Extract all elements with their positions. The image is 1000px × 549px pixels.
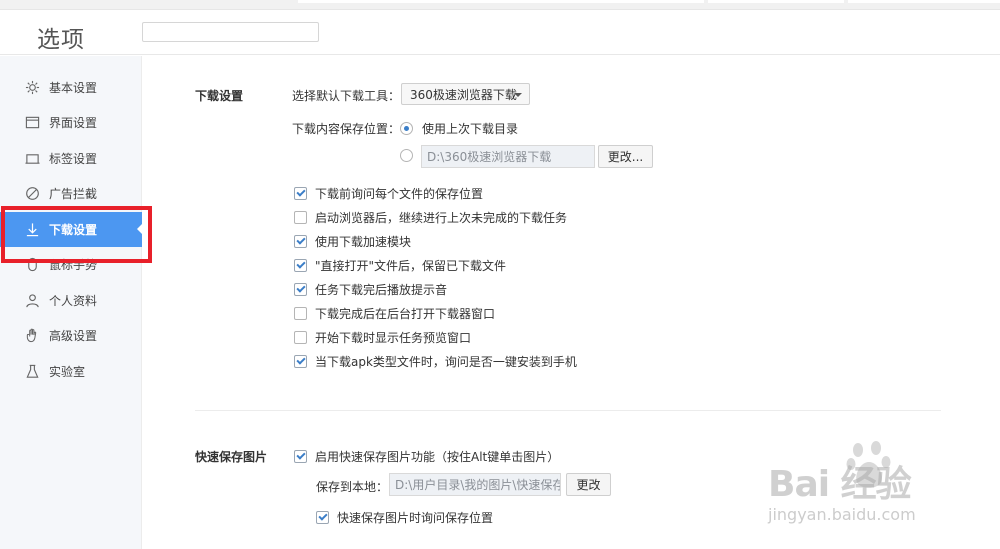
sidebar-item-ui[interactable]: 界面设置 bbox=[0, 105, 142, 140]
checkbox[interactable] bbox=[294, 283, 307, 296]
sidebar-item-label: 下载设置 bbox=[49, 223, 98, 237]
checkbox[interactable] bbox=[294, 450, 307, 463]
quicksave-section-title: 快速保存图片 bbox=[195, 450, 268, 464]
paw-logo-icon bbox=[846, 441, 891, 488]
checkbox[interactable] bbox=[294, 187, 307, 200]
use-last-dir-label: 使用上次下载目录 bbox=[422, 122, 519, 136]
change-quicksave-dir-button[interactable]: 更改 bbox=[566, 473, 611, 496]
sidebar-item-profile[interactable]: 个人资料 bbox=[0, 283, 142, 318]
option-label: 当下载apk类型文件时，询问是否一键安装到手机 bbox=[315, 355, 577, 369]
use-last-dir-option[interactable]: 使用上次下载目录 bbox=[400, 120, 518, 137]
custom-dir-option[interactable] bbox=[400, 149, 422, 162]
download-icon bbox=[24, 222, 40, 238]
watermark-url: jingyan.baidu.com bbox=[768, 505, 916, 524]
sidebar-item-label: 个人资料 bbox=[49, 294, 98, 308]
top-strip bbox=[0, 0, 1000, 10]
window-icon bbox=[24, 115, 40, 131]
download-tool-select[interactable]: 360极速浏览器下载 bbox=[401, 83, 530, 105]
save-to-label: 保存到本地： bbox=[316, 480, 389, 494]
sidebar: 基本设置 界面设置 标签设置 广告拦截 下载设置 鼠标手势 个人资料 高级设置 … bbox=[0, 56, 143, 549]
watermark-brand: Bai 经验 bbox=[768, 464, 912, 505]
sidebar-item-advanced[interactable]: 高级设置 bbox=[0, 318, 142, 353]
option-label: 使用下载加速模块 bbox=[315, 235, 412, 249]
download-tool-label: 选择默认下载工具： bbox=[292, 89, 401, 103]
save-location-label: 下载内容保存位置： bbox=[292, 122, 401, 136]
download-option-6[interactable]: 开始下载时显示任务预览窗口 bbox=[294, 329, 471, 346]
user-icon bbox=[24, 293, 40, 309]
header: 选项 bbox=[0, 10, 1000, 55]
checkbox[interactable] bbox=[294, 259, 307, 272]
top-strip-segment bbox=[848, 0, 1000, 3]
change-download-dir-button[interactable]: 更改... bbox=[598, 145, 653, 168]
section-divider bbox=[195, 410, 941, 411]
sidebar-item-mouse[interactable]: 鼠标手势 bbox=[0, 247, 142, 282]
checkbox[interactable] bbox=[294, 235, 307, 248]
checkbox[interactable] bbox=[294, 331, 307, 344]
download-option-4[interactable]: 任务下载完后播放提示音 bbox=[294, 281, 447, 298]
sidebar-item-label: 高级设置 bbox=[49, 329, 98, 343]
radio-use-last-dir[interactable] bbox=[400, 122, 413, 135]
download-path-input[interactable]: D:\360极速浏览器下载 bbox=[421, 145, 595, 168]
radio-custom-dir[interactable] bbox=[400, 149, 413, 162]
download-option-1[interactable]: 启动浏览器后，继续进行上次未完成的下载任务 bbox=[294, 209, 567, 226]
option-label: 开始下载时显示任务预览窗口 bbox=[315, 331, 472, 345]
sidebar-item-label: 广告拦截 bbox=[49, 187, 98, 201]
search-input[interactable] bbox=[142, 22, 319, 42]
checkbox[interactable] bbox=[294, 355, 307, 368]
checkbox[interactable] bbox=[294, 307, 307, 320]
tab-icon bbox=[24, 151, 40, 167]
flask-icon bbox=[24, 364, 40, 380]
checkbox[interactable] bbox=[316, 511, 329, 524]
page-title: 选项 bbox=[37, 27, 85, 53]
gear-icon bbox=[24, 80, 40, 96]
option-label: 启动浏览器后，继续进行上次未完成的下载任务 bbox=[315, 211, 568, 225]
block-icon bbox=[24, 186, 40, 202]
sidebar-item-label: 界面设置 bbox=[49, 116, 98, 130]
top-strip-segment bbox=[298, 0, 704, 3]
download-section-title: 下载设置 bbox=[195, 89, 244, 103]
quicksave-enable-option[interactable]: 启用快速保存图片功能（按住Alt键单击图片） bbox=[294, 448, 559, 465]
mouse-icon bbox=[24, 257, 40, 273]
option-label: "直接打开"文件后，保留已下载文件 bbox=[315, 259, 507, 273]
option-label: 任务下载完后播放提示音 bbox=[315, 283, 448, 297]
sidebar-item-download[interactable]: 下载设置 bbox=[0, 212, 143, 247]
sidebar-item-label: 标签设置 bbox=[49, 152, 98, 166]
download-option-2[interactable]: 使用下载加速模块 bbox=[294, 233, 411, 250]
option-label: 启用快速保存图片功能（按住Alt键单击图片） bbox=[315, 450, 560, 464]
download-option-0[interactable]: 下载前询问每个文件的保存位置 bbox=[294, 185, 483, 202]
option-label: 下载完成后在后台打开下载器窗口 bbox=[315, 307, 496, 321]
hand-icon bbox=[24, 328, 40, 344]
baidu-watermark: Bai 经验 jingyan.baidu.com bbox=[768, 440, 988, 540]
option-label: 下载前询问每个文件的保存位置 bbox=[315, 187, 484, 201]
checkbox[interactable] bbox=[294, 211, 307, 224]
sidebar-item-basic[interactable]: 基本设置 bbox=[0, 70, 142, 105]
option-label: 快速保存图片时询问保存位置 bbox=[337, 511, 494, 525]
sidebar-item-adblock[interactable]: 广告拦截 bbox=[0, 176, 142, 211]
sidebar-item-label: 实验室 bbox=[49, 365, 86, 379]
sidebar-item-label: 基本设置 bbox=[49, 81, 98, 95]
sidebar-item-label: 鼠标手势 bbox=[49, 258, 98, 272]
sidebar-item-lab[interactable]: 实验室 bbox=[0, 354, 142, 389]
chevron-down-icon bbox=[514, 93, 522, 97]
download-tool-value: 360极速浏览器下载 bbox=[410, 87, 517, 102]
top-strip-segment bbox=[708, 0, 844, 3]
download-option-3[interactable]: "直接打开"文件后，保留已下载文件 bbox=[294, 257, 506, 274]
download-option-5[interactable]: 下载完成后在后台打开下载器窗口 bbox=[294, 305, 495, 322]
sidebar-item-tabs[interactable]: 标签设置 bbox=[0, 141, 142, 176]
quicksave-path-input[interactable]: D:\用户目录\我的图片\快速保存图片 bbox=[389, 473, 561, 496]
download-option-7[interactable]: 当下载apk类型文件时，询问是否一键安装到手机 bbox=[294, 353, 577, 370]
quicksave-ask-option[interactable]: 快速保存图片时询问保存位置 bbox=[316, 509, 493, 526]
